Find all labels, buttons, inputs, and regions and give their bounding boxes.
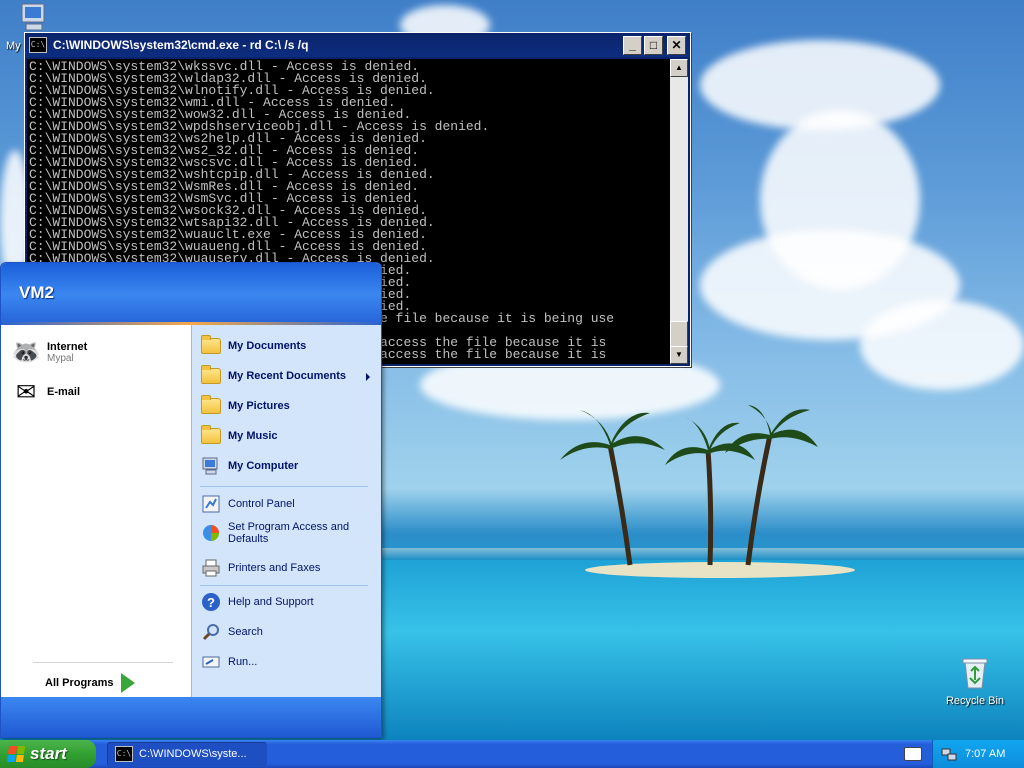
menu-item-search[interactable]: Search — [200, 621, 263, 643]
start-menu-right-pane: My Documents My Recent Documents My Pict… — [191, 325, 381, 697]
help-icon: ? — [200, 591, 222, 613]
menu-item-label: Run... — [228, 656, 258, 668]
menu-item-label: My Music — [228, 430, 278, 442]
green-arrow-icon — [121, 673, 136, 693]
menu-item-label: My Recent Documents — [228, 370, 346, 382]
scroll-thumb[interactable] — [670, 321, 688, 347]
pictures-folder-icon — [200, 395, 222, 417]
pinned-email[interactable]: ✉ E-mail — [11, 377, 80, 407]
music-folder-icon — [200, 425, 222, 447]
start-menu-left-pane: 🦝 Internet Mypal ✉ E-mail All Programs — [1, 325, 191, 697]
menu-item-program-access[interactable]: Set Program Access and Defaults — [200, 521, 358, 545]
search-icon — [200, 621, 222, 643]
start-menu-footer — [1, 697, 381, 737]
program-access-icon — [200, 522, 222, 544]
start-button[interactable]: start — [0, 740, 96, 768]
menu-item-label: Search — [228, 626, 263, 638]
menu-item-my-music[interactable]: My Music — [200, 425, 278, 447]
control-panel-icon — [200, 493, 222, 515]
cmd-icon: C:\ — [115, 746, 133, 762]
menu-item-printers-faxes[interactable]: Printers and Faxes — [200, 557, 320, 579]
all-programs-label: All Programs — [45, 677, 114, 689]
menu-item-my-recent-documents[interactable]: My Recent Documents — [200, 365, 346, 387]
menu-item-run[interactable]: Run... — [200, 651, 257, 673]
maximize-button[interactable]: □ — [644, 35, 663, 55]
start-label: start — [30, 744, 67, 763]
start-menu-header: VM2 — [1, 263, 381, 325]
minimize-button[interactable]: _ — [623, 35, 642, 55]
user-name: VM2 — [19, 283, 54, 302]
pinned-subtitle: Mypal — [47, 352, 74, 364]
cmd-window-title: C:\WINDOWS\system32\cmd.exe - rd C:\ /s … — [53, 38, 309, 52]
taskbar-item-cmd[interactable]: C:\ C:\WINDOWS\syste... — [107, 742, 267, 766]
menu-item-label: Control Panel — [228, 498, 295, 510]
start-menu: VM2 🦝 Internet Mypal ✉ E-mail All Progra… — [0, 262, 382, 738]
windows-flag-icon — [6, 746, 26, 762]
raccoon-browser-icon: 🦝 — [11, 338, 41, 366]
menu-item-label: My Computer — [228, 460, 299, 472]
clock[interactable]: 7:07 AM — [965, 748, 1005, 760]
menu-item-help-support[interactable]: ? Help and Support — [200, 591, 314, 613]
palm-trees — [560, 405, 818, 566]
svg-text:?: ? — [207, 595, 215, 610]
menu-item-control-panel[interactable]: Control Panel — [200, 493, 295, 515]
taskbar-item-label: C:\WINDOWS\syste... — [139, 748, 247, 760]
minimize-icon: _ — [629, 37, 636, 52]
cmd-icon: C:\ — [29, 37, 47, 53]
desktop-icon-label: Recycle Bin — [945, 695, 1005, 707]
desktop-icon-recycle-bin[interactable]: Recycle Bin — [940, 656, 1010, 707]
pinned-title: E-mail — [47, 386, 81, 398]
scroll-up-button[interactable]: ▲ — [670, 59, 688, 77]
cmd-titlebar[interactable]: C:\ C:\WINDOWS\system32\cmd.exe - rd C:\… — [25, 33, 690, 57]
taskbar: start C:\ C:\WINDOWS\syste... 7:07 AM — [0, 740, 1024, 768]
printer-icon — [200, 557, 222, 579]
keyboard-icon[interactable] — [904, 747, 922, 761]
desktop-icon-label: My — [6, 40, 21, 52]
menu-item-my-documents[interactable]: My Documents — [200, 335, 306, 357]
vertical-scrollbar[interactable]: ▲ ▼ — [670, 59, 688, 364]
documents-folder-icon — [200, 335, 222, 357]
recycle-bin-icon — [962, 658, 988, 689]
network-icon[interactable] — [941, 746, 957, 762]
computer-icon — [200, 455, 222, 477]
pinned-title: Internet — [47, 340, 88, 353]
recent-folder-icon — [200, 365, 222, 387]
system-tray: 7:07 AM — [932, 740, 1024, 768]
all-programs-button[interactable]: All Programs — [33, 662, 173, 693]
my-computer-icon — [21, 3, 44, 31]
submenu-arrow-icon — [366, 373, 370, 381]
close-icon: ✕ — [671, 37, 682, 52]
arrow-down-icon: ▼ — [675, 350, 683, 359]
close-button[interactable]: ✕ — [667, 35, 686, 55]
arrow-up-icon: ▲ — [675, 63, 683, 72]
run-icon — [200, 651, 222, 673]
menu-separator — [200, 585, 368, 586]
menu-item-label: My Documents — [228, 340, 307, 352]
menu-separator — [200, 486, 368, 487]
menu-item-label: Help and Support — [228, 596, 314, 608]
menu-item-my-pictures[interactable]: My Pictures — [200, 395, 290, 417]
email-envelope-icon: ✉ — [15, 378, 37, 406]
menu-item-label: My Pictures — [228, 400, 290, 412]
menu-item-label: Printers and Faxes — [228, 562, 321, 574]
menu-item-label: Set Program Access and Defaults — [228, 521, 350, 545]
menu-item-my-computer[interactable]: My Computer — [200, 455, 298, 477]
pinned-internet[interactable]: 🦝 Internet Mypal — [11, 337, 87, 367]
scroll-down-button[interactable]: ▼ — [670, 346, 688, 364]
maximize-icon: □ — [649, 37, 658, 52]
